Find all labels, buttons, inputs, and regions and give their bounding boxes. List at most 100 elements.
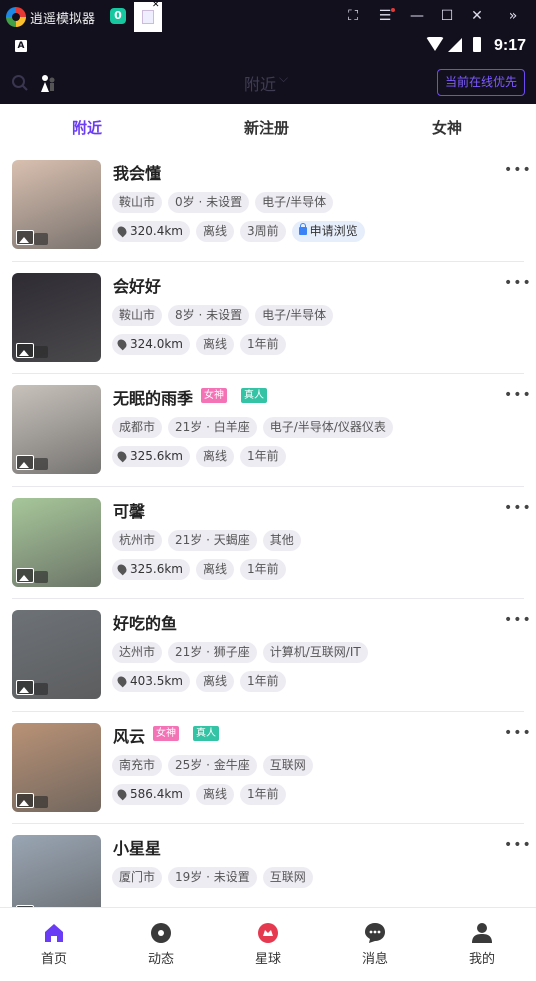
minimize-icon[interactable]: — bbox=[408, 6, 426, 26]
more-options-icon[interactable]: ••• bbox=[504, 725, 532, 741]
location-selector[interactable]: 附近 bbox=[244, 71, 276, 95]
location-pin-icon bbox=[115, 337, 129, 350]
user-name: 会好好 bbox=[113, 276, 162, 296]
signal-icon bbox=[448, 38, 462, 52]
job-tag: 互联网 bbox=[262, 867, 313, 888]
profile-icon bbox=[472, 923, 492, 943]
emulator-titlebar: 逍遥模拟器 0 ✕ ⛶ ☰ — ☐ ✕ » bbox=[0, 0, 536, 32]
location-pin-icon bbox=[115, 562, 129, 575]
photo-count bbox=[34, 683, 48, 695]
user-avatar[interactable] bbox=[12, 722, 101, 812]
user-card[interactable]: 风云 ••• 南充市 25岁 · 金牛座 互联网 586.4km 离线 1年前 女神 真人 bbox=[0, 711, 536, 823]
chevron-down-icon[interactable]: ⌵ bbox=[279, 71, 288, 86]
nav-profile[interactable]: 我的 bbox=[442, 908, 522, 968]
real-person-badge: 真人 bbox=[241, 388, 267, 403]
home-icon bbox=[45, 924, 63, 942]
moment-icon bbox=[151, 923, 171, 943]
city-tag: 杭州市 bbox=[112, 529, 163, 551]
nav-label: 我的 bbox=[468, 952, 495, 967]
user-meta: 403.5km 离线 1年前 bbox=[112, 671, 286, 692]
user-name: 可馨 bbox=[113, 501, 146, 521]
message-icon bbox=[365, 923, 385, 943]
user-avatar[interactable] bbox=[12, 272, 101, 362]
more-options-icon[interactable]: ••• bbox=[504, 162, 532, 178]
user-card[interactable]: 好吃的鱼 ••• 达州市 21岁 · 狮子座 计算机/互联网/IT 403.5km 离线 1年… bbox=[0, 598, 536, 710]
last-active-tag: 3周前 bbox=[240, 221, 286, 242]
tab-nearby[interactable]: 附近 bbox=[72, 117, 102, 138]
online-status-tag: 离线 bbox=[196, 671, 235, 692]
expand-sidebar-icon[interactable]: » bbox=[504, 6, 522, 26]
city-tag: 鞍山市 bbox=[112, 304, 163, 326]
nav-planet[interactable]: 星球 bbox=[228, 908, 308, 968]
photo-count bbox=[34, 570, 48, 583]
more-options-icon[interactable]: ••• bbox=[504, 837, 532, 853]
online-first-button[interactable]: 当前在线优先 bbox=[437, 69, 525, 96]
job-tag: 电子/半导体/仪器仪表 bbox=[262, 417, 393, 438]
emulator-logo-icon bbox=[6, 7, 26, 27]
user-meta: 320.4km 离线 3周前 申请浏览 bbox=[112, 221, 365, 242]
online-status-tag: 离线 bbox=[196, 221, 235, 242]
tab-goddess[interactable]: 女神 bbox=[432, 117, 462, 138]
photo-count bbox=[34, 795, 48, 808]
photo-icon bbox=[16, 792, 34, 808]
online-status-tag: 离线 bbox=[196, 333, 235, 355]
user-avatar[interactable] bbox=[12, 160, 101, 249]
job-tag: 互联网 bbox=[262, 754, 313, 776]
user-card[interactable]: 我会懂 ••• 鞍山市 0岁 · 未设置 电子/半导体 320.4km 离线 3周前 申请浏览 bbox=[0, 148, 536, 260]
job-tag: 电子/半导体 bbox=[255, 192, 334, 213]
user-tags: 成都市 21岁 · 白羊座 电子/半导体/仪器仪表 bbox=[112, 417, 393, 438]
window-thumbnail-icon bbox=[142, 10, 154, 24]
gender-filter-icon[interactable] bbox=[38, 73, 58, 93]
location-pin-icon bbox=[115, 674, 129, 688]
job-tag: 其他 bbox=[262, 529, 301, 551]
photo-icon bbox=[16, 567, 34, 583]
last-active-tag: 1年前 bbox=[240, 783, 286, 805]
nav-label: 首页 bbox=[40, 952, 67, 967]
user-name: 好吃的鱼 bbox=[113, 614, 178, 633]
age-tag: 21岁 · 白羊座 bbox=[168, 417, 257, 438]
user-card[interactable]: 可馨 ••• 杭州市 21岁 · 天蝎座 其他 325.6km 离线 1年前 bbox=[0, 486, 536, 598]
nav-moments[interactable]: 动态 bbox=[121, 908, 201, 968]
maximize-icon[interactable]: ☐ bbox=[438, 6, 456, 26]
user-name: 我会懂 bbox=[113, 164, 162, 183]
nav-messages[interactable]: 消息 bbox=[335, 908, 415, 968]
fullscreen-icon[interactable]: ⛶ bbox=[344, 6, 362, 26]
user-card[interactable]: 会好好 ••• 鞍山市 8岁 · 未设置 电子/半导体 324.0km 离线 1年前 bbox=[0, 261, 536, 373]
user-meta: 324.0km 离线 1年前 bbox=[112, 333, 286, 355]
more-options-icon[interactable]: ••• bbox=[504, 387, 532, 403]
last-active-tag: 1年前 bbox=[240, 671, 286, 692]
tab-new-register[interactable]: 新注册 bbox=[244, 117, 289, 138]
photo-icon bbox=[16, 455, 34, 470]
bottom-navigation: 首页 动态 星球 消息 我的 bbox=[0, 907, 536, 967]
user-meta: 325.6km 离线 1年前 bbox=[112, 446, 286, 467]
last-active-tag: 1年前 bbox=[240, 446, 286, 467]
more-options-icon[interactable]: ••• bbox=[504, 275, 532, 291]
nav-label: 星球 bbox=[254, 952, 281, 967]
user-name: 小星星 bbox=[113, 839, 162, 858]
photo-icon bbox=[16, 230, 34, 245]
user-card[interactable]: 无眠的雨季 ••• 成都市 21岁 · 白羊座 电子/半导体/仪器仪表 325.6km 离线… bbox=[0, 373, 536, 485]
user-meta: 586.4km 离线 1年前 bbox=[112, 783, 286, 805]
age-tag: 21岁 · 天蝎座 bbox=[168, 529, 257, 551]
search-icon[interactable] bbox=[11, 74, 29, 92]
age-tag: 19岁 · 未设置 bbox=[168, 867, 257, 888]
nav-label: 消息 bbox=[361, 952, 388, 967]
tab-close-icon[interactable]: ✕ bbox=[152, 0, 160, 10]
user-tags: 杭州市 21岁 · 天蝎座 其他 bbox=[112, 529, 301, 551]
close-window-icon[interactable]: ✕ bbox=[468, 6, 486, 26]
user-avatar[interactable] bbox=[12, 385, 101, 474]
nav-home[interactable]: 首页 bbox=[14, 908, 94, 968]
user-avatar[interactable] bbox=[12, 497, 101, 587]
online-status-tag: 离线 bbox=[196, 558, 235, 580]
more-options-icon[interactable]: ••• bbox=[504, 500, 532, 516]
more-options-icon[interactable]: ••• bbox=[504, 612, 532, 628]
lock-icon bbox=[298, 223, 307, 235]
distance-tag: 325.6km bbox=[112, 558, 190, 580]
job-tag: 计算机/互联网/IT bbox=[262, 642, 368, 663]
user-avatar[interactable] bbox=[12, 610, 101, 699]
city-tag: 达州市 bbox=[112, 642, 163, 663]
app-tab-icon[interactable]: 0 bbox=[110, 8, 126, 24]
location-pin-icon bbox=[115, 787, 129, 800]
apply-view-button[interactable]: 申请浏览 bbox=[291, 221, 365, 242]
last-active-tag: 1年前 bbox=[240, 558, 286, 580]
